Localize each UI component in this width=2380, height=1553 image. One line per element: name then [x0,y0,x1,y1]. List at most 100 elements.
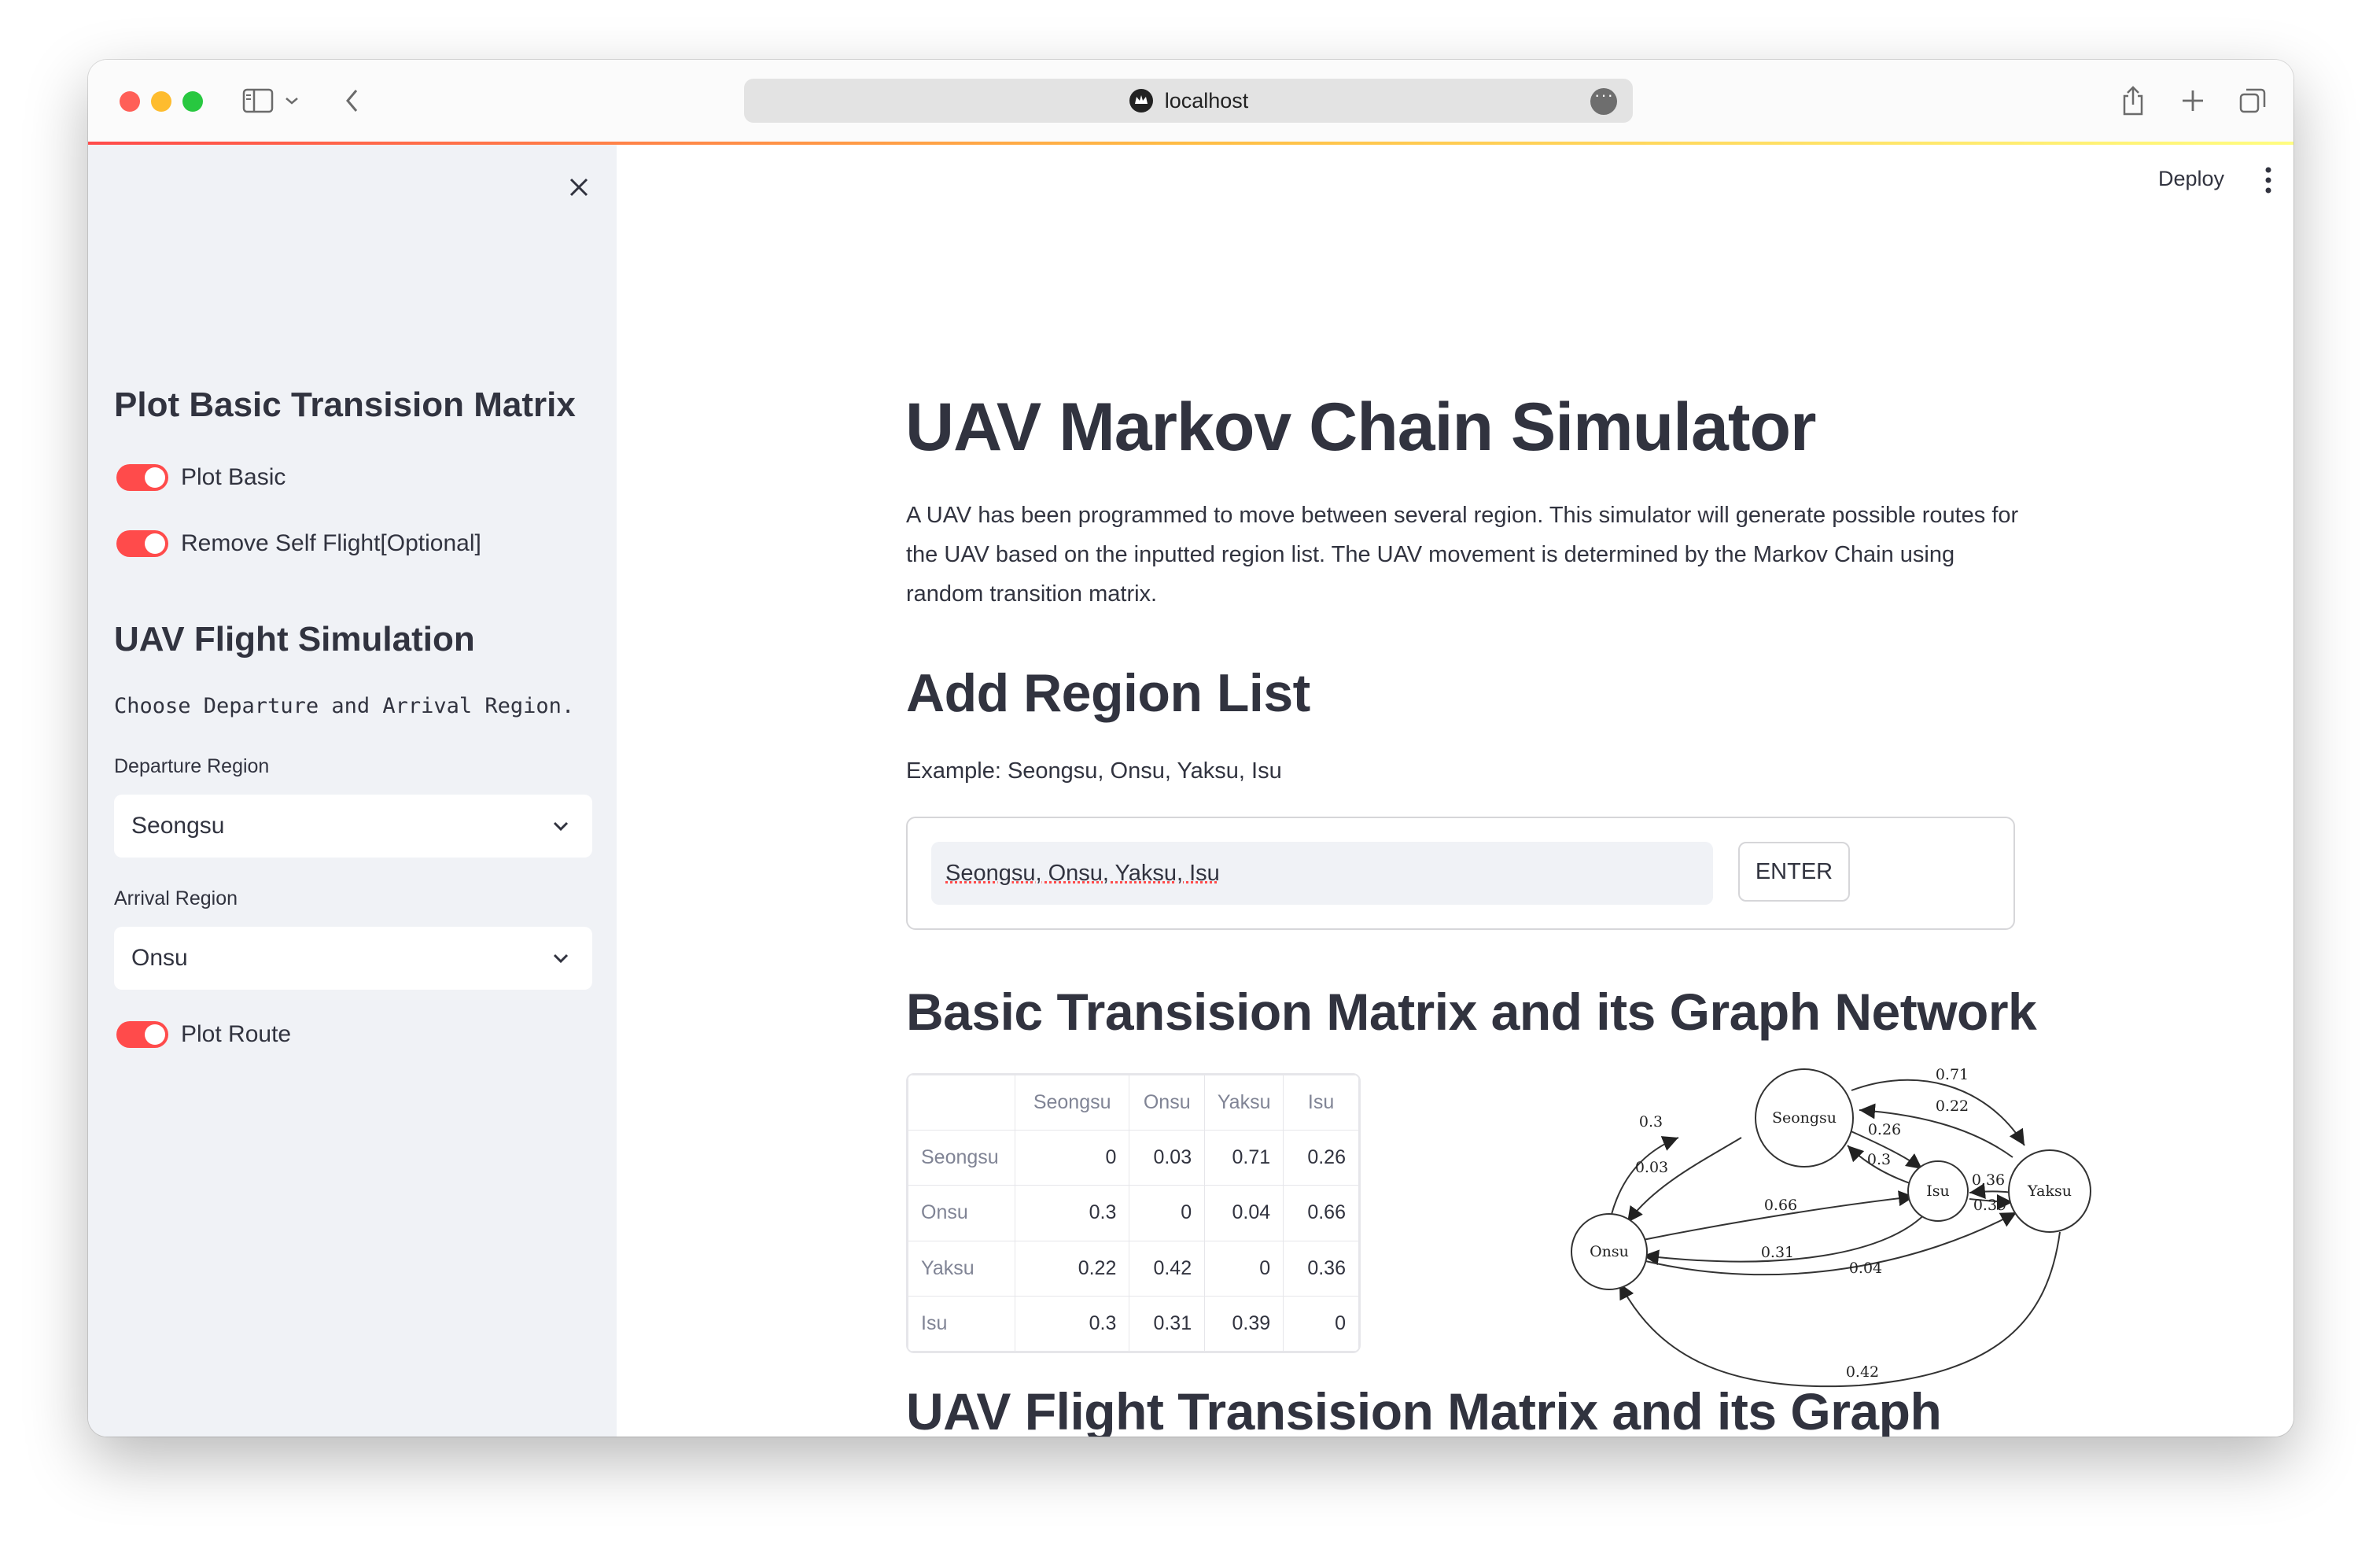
close-sidebar-icon[interactable] [563,172,595,203]
table-cell: 0.36 [1283,1240,1359,1297]
site-icon [1129,89,1153,113]
node-label: Yaksu [2027,1182,2072,1200]
edge-label: 0.42 [1846,1363,1879,1381]
departure-value: Seongsu [131,813,225,839]
edge-yaksu-isu [1969,1183,2013,1199]
maximize-window-button[interactable] [182,91,203,112]
table-row: Onsu 0.3 0 0.04 0.66 [908,1185,1359,1241]
page-options-icon[interactable] [1590,85,1617,115]
minimize-window-button[interactable] [151,91,171,112]
browser-titlebar: localhost [88,60,2293,142]
chevron-down-icon [553,821,569,832]
edge-onsu-yaksu [1638,1212,2017,1276]
row-header: Isu [908,1295,1015,1352]
column-header: Isu [1283,1075,1359,1131]
arrival-value: Onsu [131,945,188,971]
table-cell: 0.42 [1129,1240,1206,1297]
region-example: Example: Seongsu, Onsu, Yaksu, Isu [906,758,1282,784]
add-region-title: Add Region List [906,663,1310,723]
flight-matrix-title: UAV Flight Transision Matrix and its Gra… [906,1382,1942,1437]
sidebar-instruction: Choose Departure and Arrival Region. [114,694,575,718]
basic-matrix-title: Basic Transision Matrix and its Graph Ne… [906,983,2037,1041]
table-cell: 0.3 [1014,1185,1130,1241]
column-header: Onsu [1129,1075,1206,1131]
enter-button[interactable]: ENTER [1738,842,1850,902]
table-cell: 0.3 [1014,1295,1130,1352]
edge-label: 0.36 [1972,1171,2005,1189]
plot-basic-toggle[interactable] [116,464,168,491]
sidebar: Plot Basic Transision Matrix Plot Basic … [88,145,617,1437]
edge-seongsu-onsu [1627,1137,1742,1223]
node-label: Seongsu [1772,1109,1837,1127]
arrival-select[interactable]: Onsu [114,927,592,990]
address-bar[interactable]: localhost [744,79,1633,123]
table-row: Seongsu 0 0.03 0.71 0.26 [908,1130,1359,1186]
edge-label: 0.3 [1867,1151,1891,1168]
table-row: Isu 0.3 0.31 0.39 0 [908,1295,1359,1352]
transition-matrix-table: Seongsu Onsu Yaksu Isu Seongsu 0 0.03 0.… [906,1073,1361,1353]
table-cell: 0.26 [1283,1130,1359,1186]
table-cell: 0.31 [1129,1295,1206,1352]
remove-self-flight-toggle-row[interactable]: Remove Self Flight[Optional] [116,530,481,557]
edge-label: 0.31 [1761,1244,1794,1261]
table-cell: 0.22 [1014,1240,1130,1297]
row-header: Seongsu [908,1130,1015,1186]
plot-basic-label: Plot Basic [181,464,286,490]
remove-self-flight-toggle[interactable] [116,530,168,557]
table-cell: 0.39 [1204,1295,1284,1352]
table-cell: 0 [1014,1130,1130,1186]
table-cell: 0 [1283,1295,1359,1352]
edge-label: 0.3 [1639,1113,1663,1131]
edge-label: 0.03 [1635,1159,1668,1176]
column-header: Yaksu [1204,1075,1284,1131]
row-header: Yaksu [908,1240,1015,1297]
back-arrow-icon[interactable] [332,80,373,121]
edge-label: 0.26 [1868,1121,1901,1138]
region-input[interactable]: Seongsu, Onsu, Yaksu, Isu [931,842,1713,905]
table-row: Yaksu 0.22 0.42 0 0.36 [908,1240,1359,1297]
table-cell: 0 [1129,1185,1206,1241]
edge-label: 0.22 [1936,1097,1969,1115]
table-header-row: Seongsu Onsu Yaksu Isu [908,1075,1359,1131]
region-form: Seongsu, Onsu, Yaksu, Isu ENTER [906,817,2015,930]
row-header: Onsu [908,1185,1015,1241]
page-description: A UAV has been programmed to move betwee… [906,503,2019,607]
table-cell: 0.04 [1204,1185,1284,1241]
node-label: Isu [1926,1182,1950,1200]
chevron-down-icon [553,954,569,964]
table-cell: 0.71 [1204,1130,1284,1186]
plot-route-label: Plot Route [181,1021,292,1047]
more-options-icon[interactable] [2253,160,2284,200]
table-corner-cell [908,1075,1015,1131]
departure-select[interactable]: Seongsu [114,795,592,858]
edge-label: 0.71 [1936,1067,1969,1083]
column-header: Seongsu [1014,1075,1130,1131]
chevron-down-icon[interactable] [280,80,304,121]
main-content: Deploy UAV Markov Chain Simulator A UAV … [617,145,2293,1437]
close-window-button[interactable] [120,91,140,112]
graph-network: Seongsu Onsu Yaksu Isu 0.71 0.22 0.26 0.… [1571,1067,2091,1388]
new-tab-icon[interactable] [2172,80,2213,121]
remove-self-flight-label: Remove Self Flight[Optional] [181,530,481,556]
plot-basic-toggle-row[interactable]: Plot Basic [116,464,286,491]
arrival-label: Arrival Region [114,887,238,909]
tab-overview-icon[interactable] [2232,80,2273,121]
table-cell: 0.03 [1129,1130,1206,1186]
departure-label: Departure Region [114,755,270,777]
table-cell: 0 [1204,1240,1284,1297]
deploy-button[interactable]: Deploy [2158,167,2224,191]
browser-window: localhost Plot Basic Transision Matrix P… [88,60,2293,1437]
edge-label: 0.66 [1764,1197,1797,1214]
share-icon[interactable] [2113,80,2153,121]
url-text: localhost [1164,88,1249,113]
sidebar-toggle-icon[interactable] [238,80,278,121]
edge-label: 0.04 [1849,1260,1882,1277]
node-label: Onsu [1590,1243,1629,1260]
plot-route-toggle[interactable] [116,1021,168,1048]
table-cell: 0.66 [1283,1185,1359,1241]
edge-yaksu-onsu [1619,1231,2061,1388]
plot-route-toggle-row[interactable]: Plot Route [116,1021,291,1048]
sidebar-section-basic-title: Plot Basic Transision Matrix [114,385,576,424]
sidebar-section-flight-title: UAV Flight Simulation [114,620,475,658]
edge-label: 0.39 [1973,1197,2006,1214]
